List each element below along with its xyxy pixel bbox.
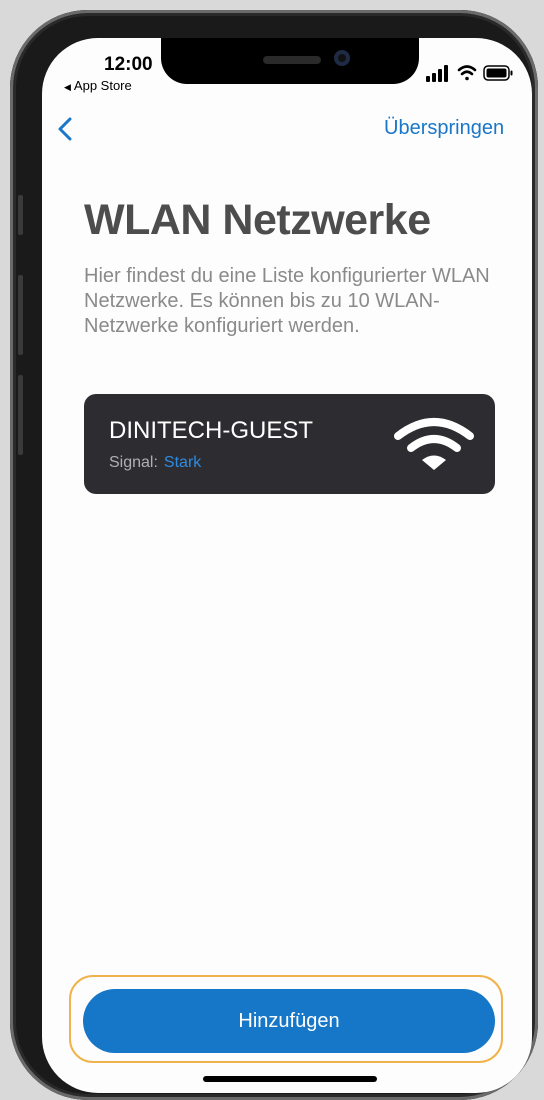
chevron-left-icon xyxy=(58,117,72,141)
cellular-signal-icon xyxy=(426,65,448,82)
signal-value: Stark xyxy=(163,454,202,471)
wifi-strong-icon xyxy=(394,416,474,477)
mute-switch xyxy=(18,195,23,235)
status-icons xyxy=(426,63,516,88)
network-card[interactable]: DINITECH-GUEST Signal: Stark xyxy=(84,394,495,494)
notch xyxy=(161,38,419,84)
back-to-app-link[interactable]: ◀ App Store xyxy=(64,78,132,93)
volume-up-button xyxy=(18,275,23,355)
skip-button[interactable]: Überspringen xyxy=(384,117,504,140)
page-title: WLAN Netzwerke xyxy=(84,196,431,244)
speaker-grille xyxy=(263,56,321,64)
battery-icon xyxy=(483,65,513,81)
wifi-icon xyxy=(457,65,477,81)
phone-frame: 12:00 ◀ App Store Überspringen WLAN Netz… xyxy=(10,10,538,1100)
back-app-label: App Store xyxy=(73,78,132,93)
network-signal: Signal: Stark xyxy=(109,454,201,472)
page-description: Hier findest du eine Liste konfigurierte… xyxy=(84,265,490,337)
app-screen: 12:00 ◀ App Store Überspringen WLAN Netz… xyxy=(42,38,532,1093)
front-camera xyxy=(334,50,350,66)
add-network-button[interactable]: Hinzufügen xyxy=(83,989,495,1053)
volume-down-button xyxy=(18,375,23,455)
back-button[interactable] xyxy=(56,116,74,147)
network-name: DINITECH-GUEST xyxy=(109,417,313,444)
status-time: 12:00 xyxy=(104,54,153,75)
home-indicator[interactable] xyxy=(203,1076,377,1082)
signal-label: Signal: xyxy=(109,454,158,471)
back-triangle-icon: ◀ xyxy=(64,82,71,92)
